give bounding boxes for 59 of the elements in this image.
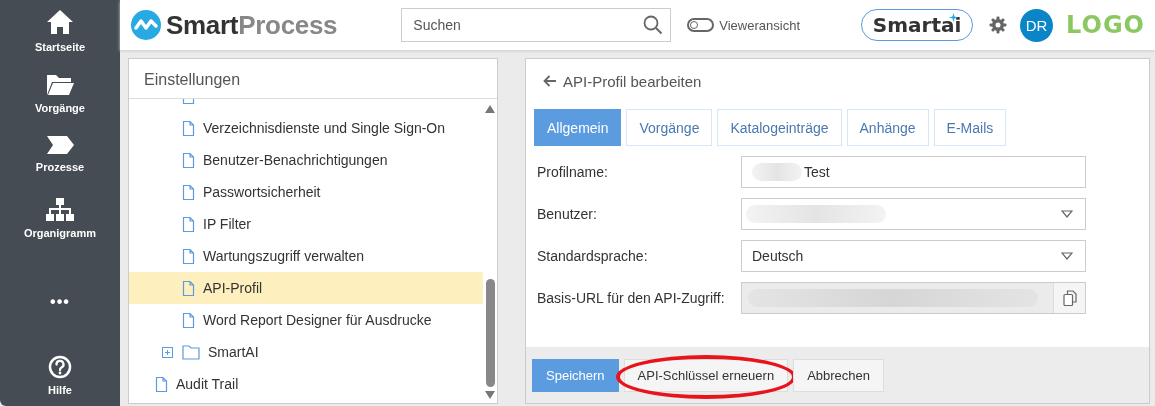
scroll-up-icon [485, 105, 495, 113]
chevron-icon [45, 134, 75, 156]
brand-name: SmartProcess [166, 9, 338, 41]
url-field[interactable] [741, 282, 1086, 314]
editor-title: API-Profil bearbeiten [563, 72, 702, 90]
tab[interactable]: Vorgänge [626, 109, 713, 146]
sidebar-label: Hilfe [48, 384, 72, 396]
tree-item[interactable]: Benutzer-Benachrichtigungen [129, 144, 483, 176]
action-button[interactable]: API-Schlüssel erneuern [623, 358, 789, 392]
tree-item[interactable]: SmartAI [129, 336, 483, 368]
sidebar-item[interactable]: Startseite [34, 8, 86, 71]
sidebar-label: Prozesse [35, 161, 85, 173]
tree-item[interactable]: Wartungszugriff verwalten [129, 240, 483, 272]
dropdown-caret-icon [1061, 252, 1073, 260]
back-arrow-icon [543, 75, 557, 87]
tree-item[interactable]: API-Profil [129, 272, 483, 304]
scrollbar-thumb[interactable] [485, 279, 495, 387]
copy-button[interactable] [1053, 283, 1085, 313]
sidebar-item[interactable]: Prozesse [35, 134, 85, 197]
input-field[interactable]: Test [741, 156, 1086, 188]
settings-icon [989, 16, 1008, 34]
tree-item[interactable]: Word Report Designer für Ausdrucke [129, 304, 483, 336]
tree-item[interactable]: IP Filter [129, 208, 483, 240]
tree-item[interactable]: Audit Trail [129, 368, 483, 400]
tree-item[interactable]: Verzeichnisdienste und Single Sign-On [129, 112, 483, 144]
field-label: Basis-URL für den API-Zugriff: [536, 290, 726, 306]
tab[interactable]: Anhänge [846, 109, 929, 146]
sidebar-label: Organigramm [23, 227, 97, 239]
tree-item[interactable]: Passwortsicherheit [129, 176, 483, 208]
dropdown-field[interactable]: Deutsch [741, 240, 1086, 272]
copy-icon [1062, 290, 1077, 306]
smartai-button[interactable]: Smartai [861, 9, 974, 41]
dropdown-field[interactable] [741, 198, 1086, 230]
logo-text: LOGO [1066, 11, 1145, 39]
action-button[interactable]: Abbrechen [793, 358, 884, 392]
panel-title: Einstellungen [129, 59, 497, 99]
scroll-down-icon [485, 391, 495, 399]
dropdown-caret-icon [1061, 210, 1073, 218]
home-icon [45, 8, 75, 36]
user-avatar[interactable]: DR [1020, 8, 1054, 42]
toggle-label: Vieweransicht [719, 17, 800, 33]
field-label: Profilname: [536, 164, 609, 180]
sidebar-label: Startseite [34, 41, 86, 53]
more-menu[interactable]: ••• [50, 293, 70, 311]
field-label: Benutzer: [536, 206, 598, 222]
toggle-switch[interactable] [687, 18, 715, 32]
field-label: Standardsprache: [536, 248, 649, 264]
sidebar-label: Vorgänge [35, 102, 85, 114]
tab[interactable]: Katalogeinträge [717, 109, 842, 146]
tab[interactable]: E-Mails [933, 109, 1007, 146]
sidebar-item[interactable]: Hilfe [48, 355, 72, 396]
sidebar-item[interactable]: Vorgänge [35, 71, 85, 134]
org-chart-icon [45, 197, 75, 222]
search-icon [643, 15, 664, 35]
folder-icon [182, 343, 200, 361]
logo-icon [131, 10, 161, 40]
help-icon [48, 355, 72, 379]
sidebar-item[interactable]: Organigramm [23, 197, 97, 260]
search-field[interactable]: Suchen [401, 8, 672, 42]
